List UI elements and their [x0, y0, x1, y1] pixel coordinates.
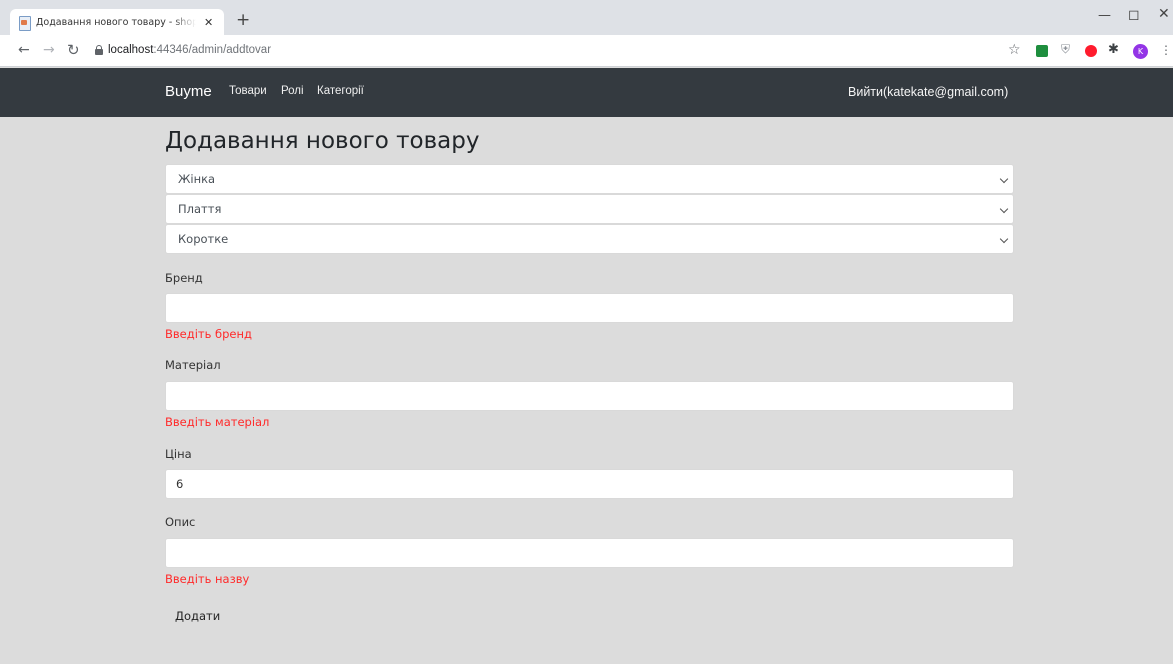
description-label: Опис — [165, 515, 196, 529]
opera-extension-icon[interactable] — [1085, 45, 1097, 57]
lock-icon[interactable] — [95, 45, 103, 56]
chevron-down-icon — [999, 204, 1009, 214]
minimize-icon[interactable]: — — [1098, 8, 1111, 23]
browser-tab-strip: Додавання нового товару - shop ✕ + — ◻ ✕ — [0, 0, 1173, 35]
category-select-value: Плаття — [178, 202, 222, 216]
subcategory-select-value: Коротке — [178, 232, 229, 246]
close-window-icon[interactable]: ✕ — [1158, 6, 1170, 22]
extension-green-icon[interactable] — [1036, 45, 1048, 57]
material-error: Введіть матеріал — [165, 415, 270, 429]
chevron-down-icon — [999, 234, 1009, 244]
maximize-icon[interactable]: ◻ — [1128, 7, 1140, 23]
page-favicon-icon — [18, 15, 31, 31]
brand-link[interactable]: Buyme — [165, 83, 212, 100]
category-select[interactable]: Плаття — [165, 194, 1014, 224]
subcategory-select[interactable]: Коротке — [165, 224, 1014, 254]
chevron-down-icon — [999, 174, 1009, 184]
brand-error: Введіть бренд — [165, 327, 252, 341]
new-tab-button[interactable]: + — [236, 10, 250, 30]
description-input[interactable] — [165, 538, 1014, 568]
puzzle-icon[interactable]: ✱ — [1108, 42, 1119, 57]
brand-input[interactable] — [165, 293, 1014, 323]
add-button[interactable]: Додати — [165, 604, 225, 628]
brand-label: Бренд — [165, 271, 203, 285]
price-input[interactable] — [165, 469, 1014, 499]
nav-link-products[interactable]: Товари — [229, 85, 267, 97]
price-label: Ціна — [165, 447, 192, 461]
tab-close-icon[interactable]: ✕ — [204, 16, 213, 29]
reload-icon[interactable]: ↻ — [67, 41, 80, 59]
tab-title: Додавання нового товару - shop — [36, 16, 196, 28]
back-arrow-icon[interactable]: ← — [18, 42, 30, 58]
kebab-menu-icon[interactable]: ⋮ — [1160, 43, 1172, 57]
browser-toolbar: ← → ↻ localhost:44346/admin/addtovar ☆ ⛨… — [0, 35, 1173, 67]
gender-select-value: Жінка — [178, 172, 216, 186]
star-icon[interactable]: ☆ — [1008, 42, 1021, 58]
address-bar[interactable]: localhost:44346/admin/addtovar — [108, 44, 271, 56]
forward-arrow-icon[interactable]: → — [43, 42, 55, 58]
site-navbar: Buyme Товари Ролі Категорії Вийти(kateka… — [0, 68, 1173, 117]
material-label: Матеріал — [165, 358, 221, 372]
logout-link[interactable]: Вийти(katekate@gmail.com) — [848, 85, 1008, 99]
profile-avatar[interactable]: K — [1133, 44, 1148, 59]
url-path: :44346/admin/addtovar — [153, 44, 272, 56]
description-error: Введіть назву — [165, 572, 250, 586]
nav-link-categories[interactable]: Категорії — [317, 85, 364, 97]
url-host: localhost — [108, 44, 154, 56]
nav-link-roles[interactable]: Ролі — [281, 85, 304, 97]
page-title: Додавання нового товару — [165, 128, 480, 154]
browser-tab[interactable]: Додавання нового товару - shop ✕ — [10, 9, 224, 35]
shield-extension-icon[interactable]: ⛨ — [1061, 42, 1070, 57]
material-input[interactable] — [165, 381, 1014, 411]
gender-select[interactable]: Жінка — [165, 164, 1014, 194]
